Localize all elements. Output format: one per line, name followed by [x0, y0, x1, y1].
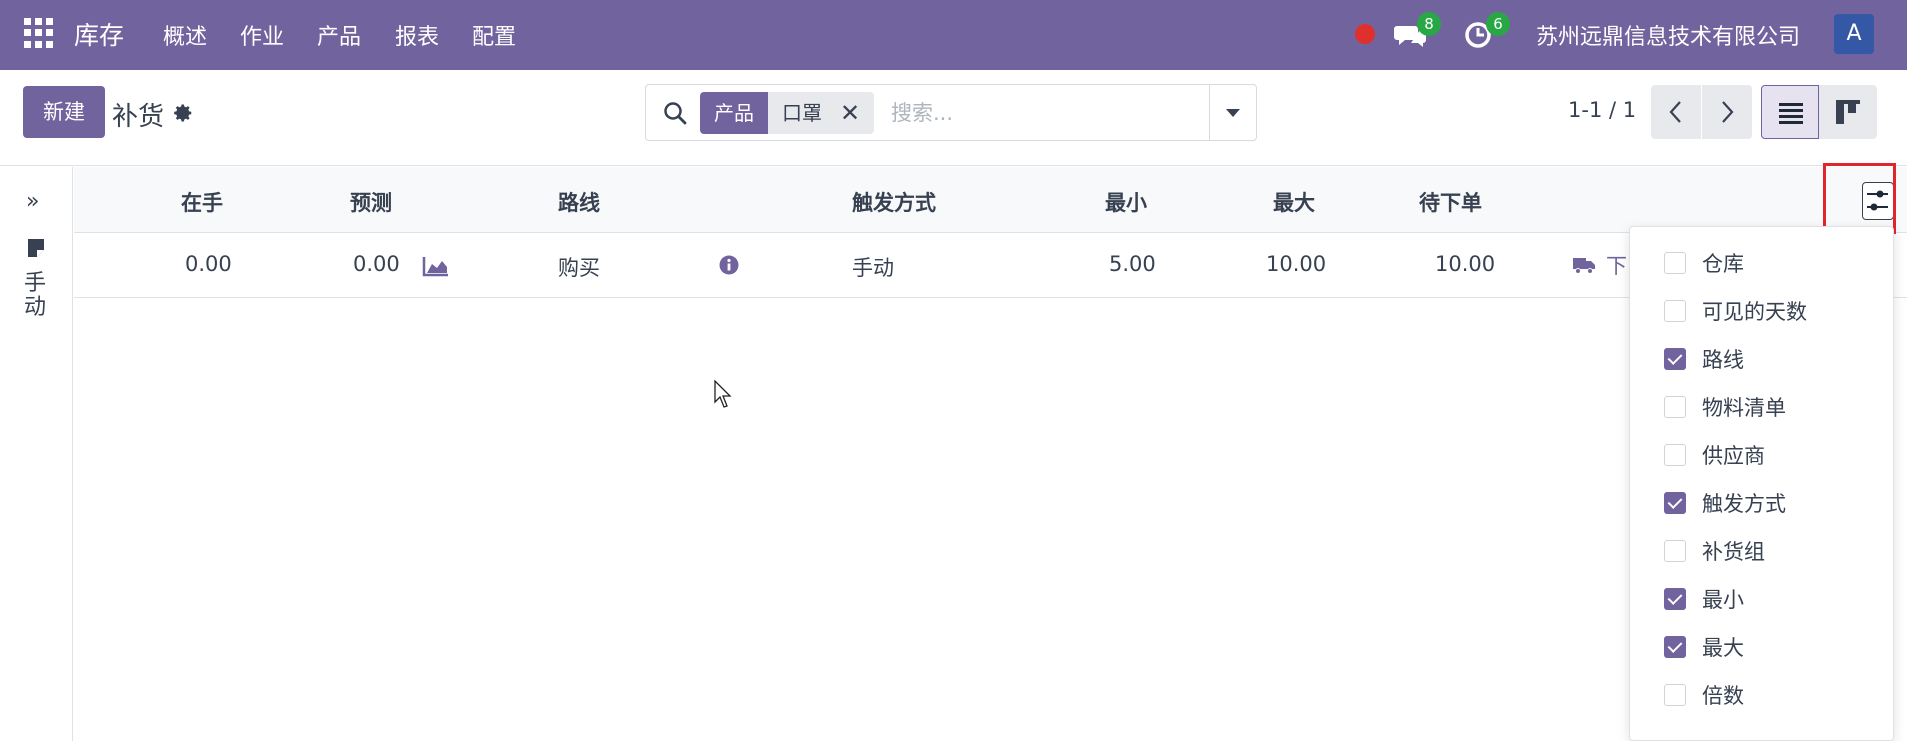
recording-indicator-icon[interactable]: [1355, 24, 1375, 44]
new-button[interactable]: 新建: [23, 86, 105, 138]
column-option-label: 补货组: [1702, 540, 1765, 564]
truck-icon: [1573, 258, 1595, 274]
search-options-toggle[interactable]: [1209, 85, 1256, 140]
cell-min[interactable]: 5.00: [1109, 252, 1156, 276]
search-icon[interactable]: [662, 100, 688, 126]
control-panel: 新建 补货 产品 口罩 ✕ 1-1 / 1: [0, 70, 1907, 166]
top-navbar: 库存 概述 作业 产品 报表 配置 8 6 苏州远鼎信息技术有限公司 A: [0, 0, 1907, 70]
menu-item-overview[interactable]: 概述: [163, 19, 207, 51]
column-option-label: 触发方式: [1702, 492, 1786, 516]
order-button-label: 下: [1606, 254, 1627, 278]
column-option-trigger[interactable]: 触发方式: [1664, 488, 1786, 518]
cell-max[interactable]: 10.00: [1266, 252, 1326, 276]
search-input[interactable]: [891, 97, 1191, 129]
area-chart-icon[interactable]: [422, 255, 450, 277]
optional-columns-dropdown: 仓库 可见的天数 路线 物料清单 供应商 触发方式 补货组 最小 最大 倍数: [1629, 226, 1894, 741]
column-option-bom[interactable]: 物料清单: [1664, 392, 1786, 422]
column-option-checkbox[interactable]: [1664, 300, 1686, 322]
column-option-checkbox[interactable]: [1664, 492, 1686, 514]
column-option-label: 供应商: [1702, 444, 1765, 468]
column-option-warehouse[interactable]: 仓库: [1664, 248, 1744, 278]
column-option-route[interactable]: 路线: [1664, 344, 1744, 374]
info-icon[interactable]: [719, 255, 739, 275]
cell-route[interactable]: 购买: [558, 252, 600, 282]
search-facet: 产品 口罩 ✕: [700, 92, 875, 134]
menu-item-reporting[interactable]: 报表: [395, 19, 439, 51]
facet-value: 口罩 ✕: [768, 92, 875, 134]
kanban-view-button[interactable]: [1819, 85, 1877, 139]
list-view-icon: [1779, 103, 1803, 124]
column-header-to-order[interactable]: 待下单: [1419, 187, 1482, 217]
cell-forecast: 0.00: [353, 252, 400, 276]
activities-count-badge: 6: [1486, 12, 1510, 36]
side-filter-manual[interactable]: 手动: [24, 272, 48, 320]
column-option-checkbox[interactable]: [1664, 396, 1686, 418]
column-option-min[interactable]: 最小: [1664, 584, 1744, 614]
column-option-checkbox[interactable]: [1664, 540, 1686, 562]
expand-panel-icon[interactable]: »: [26, 189, 39, 214]
cell-trigger[interactable]: 手动: [852, 252, 894, 282]
optional-columns-toggle[interactable]: [1862, 182, 1894, 220]
gear-icon[interactable]: [172, 102, 194, 124]
menu-item-products[interactable]: 产品: [317, 19, 361, 51]
column-option-label: 最小: [1702, 588, 1744, 612]
column-option-max[interactable]: 最大: [1664, 632, 1744, 662]
menu-item-configuration[interactable]: 配置: [472, 19, 516, 51]
column-option-label: 仓库: [1702, 252, 1744, 276]
column-option-checkbox[interactable]: [1664, 444, 1686, 466]
column-header-forecast[interactable]: 预测: [350, 187, 392, 217]
kanban-view-icon: [1836, 100, 1860, 124]
app-brand[interactable]: 库存: [74, 16, 124, 52]
column-header-on-hand[interactable]: 在手: [181, 187, 223, 217]
column-option-label: 可见的天数: [1702, 300, 1807, 324]
search-bar: 产品 口罩 ✕: [645, 84, 1257, 141]
sliders-icon: [1867, 190, 1888, 211]
column-header-min[interactable]: 最小: [1105, 187, 1147, 217]
column-option-checkbox[interactable]: [1664, 684, 1686, 706]
page-title: 补货: [112, 102, 165, 132]
company-switcher[interactable]: 苏州远鼎信息技术有限公司: [1536, 19, 1800, 51]
column-header-max[interactable]: 最大: [1273, 187, 1315, 217]
column-header-route[interactable]: 路线: [558, 187, 600, 217]
column-option-procurement-group[interactable]: 补货组: [1664, 536, 1765, 566]
chevron-right-icon: [1722, 101, 1734, 123]
list-view-button[interactable]: [1761, 85, 1819, 139]
cell-on-hand: 0.00: [185, 252, 232, 276]
chevron-left-icon: [1669, 101, 1681, 123]
filter-tag-icon: [28, 239, 44, 257]
cell-to-order[interactable]: 10.00: [1435, 252, 1495, 276]
menu-item-operations[interactable]: 作业: [240, 19, 284, 51]
pager-next-button[interactable]: [1702, 85, 1752, 139]
list-header: 在手 预测 路线 触发方式 最小 最大 待下单: [74, 167, 1907, 233]
column-option-label: 路线: [1702, 348, 1744, 372]
user-avatar[interactable]: A: [1834, 14, 1874, 54]
column-option-vendor[interactable]: 供应商: [1664, 440, 1765, 470]
column-option-label: 物料清单: [1702, 396, 1786, 420]
apps-menu-icon[interactable]: [24, 18, 54, 48]
column-option-label: 倍数: [1702, 684, 1744, 708]
column-option-multiple[interactable]: 倍数: [1664, 680, 1744, 710]
search-panel: » 手动: [0, 167, 73, 741]
column-option-visibility-days[interactable]: 可见的天数: [1664, 296, 1807, 326]
pager-previous-button[interactable]: [1651, 85, 1701, 139]
column-option-checkbox[interactable]: [1664, 348, 1686, 370]
facet-value-text: 口罩: [782, 101, 822, 125]
column-option-checkbox[interactable]: [1664, 252, 1686, 274]
column-option-checkbox[interactable]: [1664, 636, 1686, 658]
column-option-checkbox[interactable]: [1664, 588, 1686, 610]
close-icon[interactable]: ✕: [840, 92, 860, 134]
pager-value[interactable]: 1-1 / 1: [1568, 98, 1636, 122]
messages-count-badge: 8: [1417, 12, 1441, 36]
facet-label: 产品: [700, 92, 768, 134]
column-option-label: 最大: [1702, 636, 1744, 660]
order-once-button[interactable]: 下: [1572, 250, 1627, 280]
mouse-cursor-icon: [714, 380, 732, 408]
column-header-trigger[interactable]: 触发方式: [852, 187, 936, 217]
